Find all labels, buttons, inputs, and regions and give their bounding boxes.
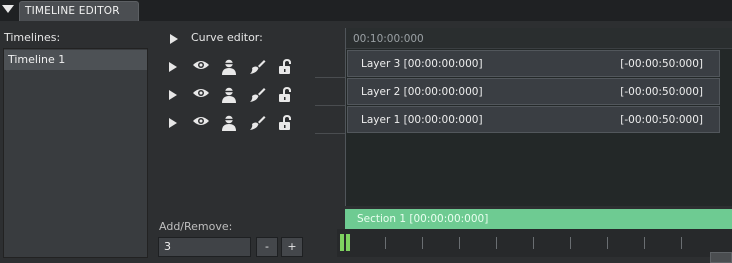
add-remove-label: Add/Remove:: [159, 220, 233, 233]
ruler-tick: [607, 237, 608, 249]
brush-icon[interactable]: [248, 115, 266, 131]
user-icon[interactable]: [221, 115, 237, 131]
ruler-tick: [459, 237, 460, 249]
row-connector: [315, 77, 346, 78]
layer-name: Layer 3 [00:00:00:000]: [361, 58, 483, 70]
layer-expand-icon[interactable]: [169, 62, 177, 72]
user-icon[interactable]: [221, 87, 237, 103]
ruler-tick: [422, 237, 423, 249]
curve-editor-label: Curve editor:: [191, 31, 263, 44]
row-connector: [315, 133, 346, 134]
timelines-label: Timelines:: [4, 31, 61, 44]
ruler-tick: [681, 237, 682, 249]
bottom-time-ruler[interactable]: [337, 229, 732, 257]
timelines-list[interactable]: [3, 48, 148, 258]
layer-bar[interactable]: Layer 1 [00:00:00:000] [-00:00:50:000]: [347, 106, 720, 133]
resize-corner[interactable]: [710, 252, 732, 263]
panel-title-tab[interactable]: TIMELINE EDITOR: [19, 1, 139, 21]
layer-bar[interactable]: Layer 2 [00:00:00:000] [-00:00:50:000]: [347, 78, 720, 105]
unlock-icon[interactable]: [278, 87, 292, 103]
layer-expand-icon[interactable]: [169, 90, 177, 100]
layer-name: Layer 2 [00:00:00:000]: [361, 86, 483, 98]
eye-icon[interactable]: [192, 115, 210, 127]
brush-icon[interactable]: [248, 87, 266, 103]
curve-editor-expand-icon[interactable]: [170, 34, 178, 44]
row-connector: [315, 105, 346, 106]
user-icon[interactable]: [221, 59, 237, 75]
ruler-tick: [385, 237, 386, 249]
section-bar[interactable]: Section 1 [00:00:00:000]: [345, 209, 732, 229]
playhead-handle[interactable]: [340, 234, 344, 251]
ruler-tick: [644, 237, 645, 249]
ruler-tick: [533, 237, 534, 249]
eye-icon[interactable]: [192, 59, 210, 71]
layer-duration: [-00:00:50:000]: [620, 86, 703, 98]
layer-duration: [-00:00:50:000]: [620, 58, 703, 70]
playhead-handle[interactable]: [346, 234, 350, 251]
layer-bar[interactable]: Layer 3 [00:00:00:000] [-00:00:50:000]: [347, 50, 720, 77]
unlock-icon[interactable]: [278, 115, 292, 131]
layer-duration: [-00:00:50:000]: [620, 114, 703, 126]
layer-name: Layer 1 [00:00:00:000]: [361, 114, 483, 126]
layer-count-input[interactable]: 3: [158, 237, 251, 257]
brush-icon[interactable]: [248, 59, 266, 75]
timeline-list-item[interactable]: Timeline 1: [4, 50, 147, 70]
add-layer-button[interactable]: +: [281, 237, 303, 257]
ruler-tick: [496, 237, 497, 249]
remove-layer-button[interactable]: -: [256, 237, 278, 257]
layer-expand-icon[interactable]: [169, 118, 177, 128]
unlock-icon[interactable]: [278, 59, 292, 75]
ruler-tick: [570, 237, 571, 249]
ruler-time-label: 00:10:00:000: [353, 33, 424, 45]
eye-icon[interactable]: [192, 87, 210, 99]
collapse-arrow-icon[interactable]: [2, 5, 14, 13]
